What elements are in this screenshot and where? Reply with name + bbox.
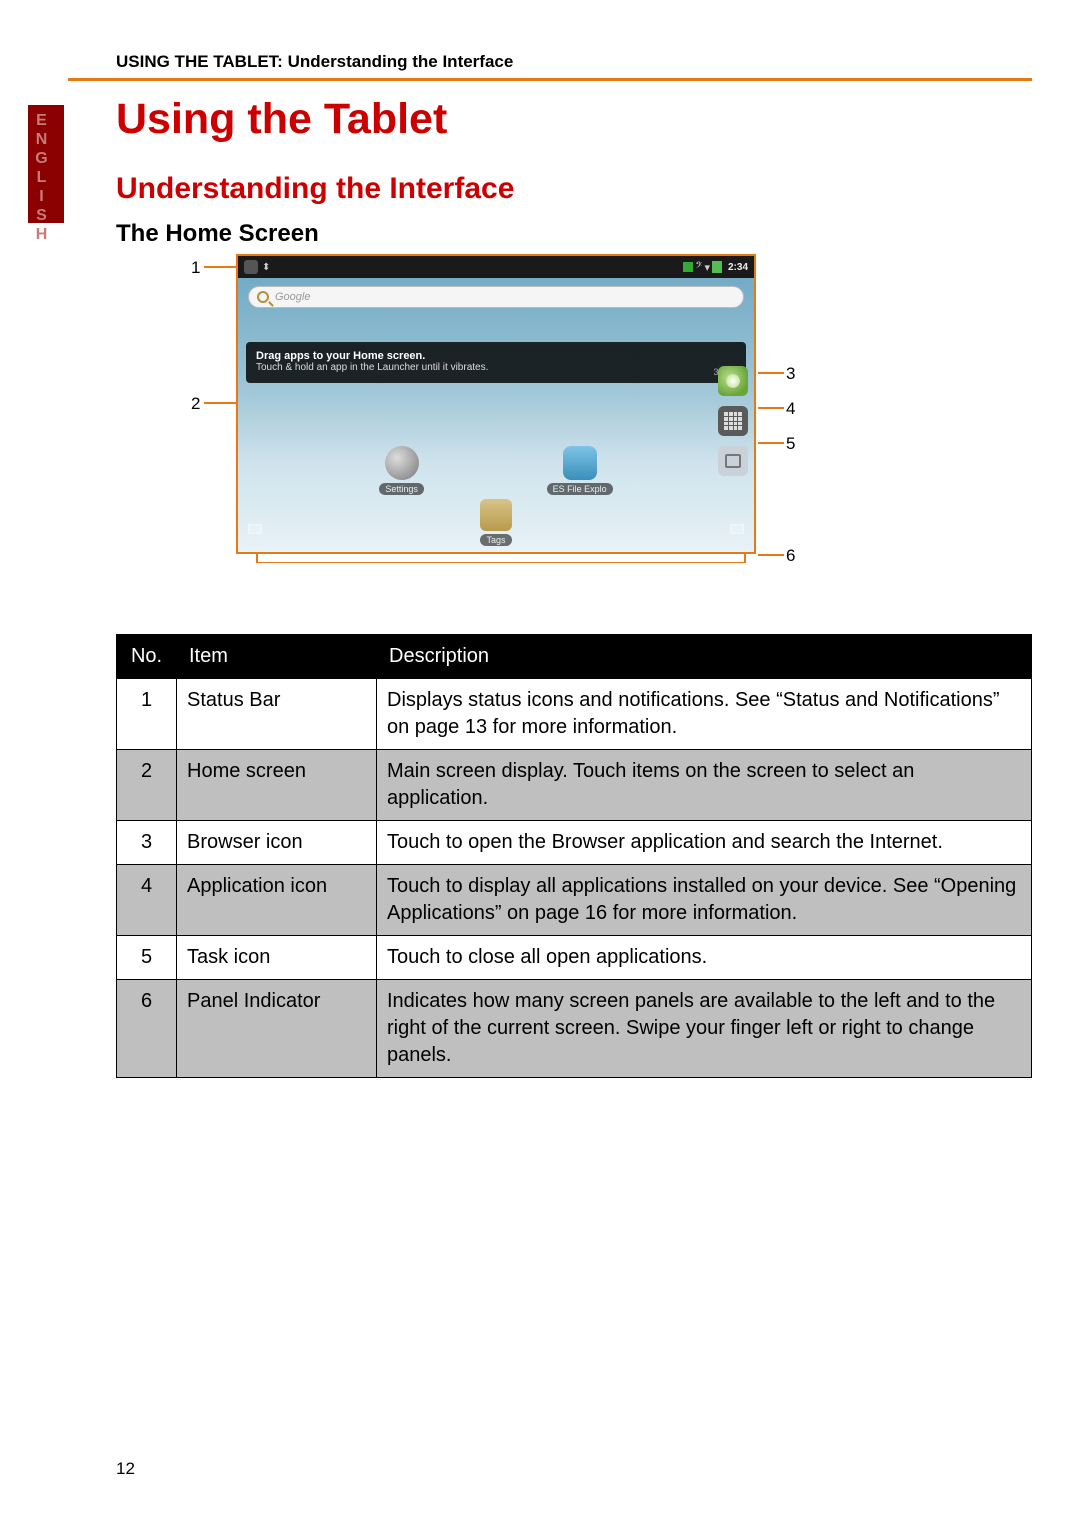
wifi-icon: ▾ [704,261,710,274]
cell-item: Panel Indicator [177,980,377,1078]
desktop-app-settings[interactable]: Settings [379,446,424,495]
language-tab: ENGLISH [32,112,50,245]
notification-icon [244,260,258,274]
section-title: Understanding the Interface [116,172,1032,206]
cell-desc: Touch to open the Browser application an… [377,821,1032,865]
subsection-title: The Home Screen [116,220,1032,248]
col-no: No. [117,635,177,679]
table-row: 3Browser iconTouch to open the Browser a… [117,821,1032,865]
table-row: 2Home screenMain screen display. Touch i… [117,750,1032,821]
cell-no: 5 [117,936,177,980]
col-desc: Description [377,635,1032,679]
usb-icon: ⬍ [262,262,270,273]
bluetooth-icon: 𝄢 [695,261,702,274]
panel-indicator-left[interactable] [248,524,262,534]
cell-item: Application icon [177,865,377,936]
cell-desc: Touch to close all open applications. [377,936,1032,980]
battery-icon [712,261,722,273]
gear-icon [385,446,419,480]
callout-3: 3 [786,364,795,384]
col-item: Item [177,635,377,679]
table-row: 6Panel IndicatorIndicates how many scree… [117,980,1032,1078]
chapter-title: Using the Tablet [116,95,1032,144]
cell-no: 6 [117,980,177,1078]
tags-icon [480,499,512,531]
cell-no: 3 [117,821,177,865]
device-frame: ⬍ 𝄢 ▾ 2:34 Google Drag apps to your Home… [236,254,756,554]
table-row: 5Task iconTouch to close all open applic… [117,936,1032,980]
cell-no: 2 [117,750,177,821]
cell-no: 4 [117,865,177,936]
hint-body: Touch & hold an app in the Launcher unti… [256,362,488,373]
cell-item: Home screen [177,750,377,821]
cell-desc: Displays status icons and notifications.… [377,679,1032,750]
cell-desc: Main screen display. Touch items on the … [377,750,1032,821]
search-placeholder: Google [275,291,310,303]
home-screen-diagram: 1 2 3 4 5 6 ⬍ 𝄢 ▾ [146,254,966,594]
items-table: No. Item Description 1Status BarDisplays… [116,634,1032,1078]
cell-no: 1 [117,679,177,750]
cell-item: Status Bar [177,679,377,750]
status-time: 2:34 [728,262,748,273]
table-row: 1Status BarDisplays status icons and not… [117,679,1032,750]
applications-icon[interactable] [718,406,748,436]
page-header-rule: USING THE TABLET: Understanding the Inte… [68,52,1032,81]
desktop-app-label: ES File Explo [547,483,613,495]
cell-item: Browser icon [177,821,377,865]
search-input[interactable]: Google [248,286,744,308]
desktop-app-label: Settings [379,483,424,495]
folder-icon [563,446,597,480]
dock-app-tags[interactable]: Tags [480,499,512,546]
callout-6: 6 [786,546,795,566]
search-icon [257,291,269,303]
page-number: 12 [116,1459,135,1479]
hint-banner: Drag apps to your Home screen. Touch & h… [246,342,746,383]
callout-2: 2 [191,394,200,414]
cell-desc: Indicates how many screen panels are ava… [377,980,1032,1078]
callout-1: 1 [191,258,200,278]
panel-indicator-right[interactable] [730,524,744,534]
hint-title: Drag apps to your Home screen. [256,350,425,362]
breadcrumb: USING THE TABLET: Understanding the Inte… [68,52,1032,72]
callout-4: 4 [786,399,795,419]
status-bar: ⬍ 𝄢 ▾ 2:34 [238,256,754,278]
cell-desc: Touch to display all applications instal… [377,865,1032,936]
browser-icon[interactable] [718,366,748,396]
signal-icon [683,262,693,272]
cell-item: Task icon [177,936,377,980]
table-row: 4Application iconTouch to display all ap… [117,865,1032,936]
callout-5: 5 [786,434,795,454]
desktop-app-esfile[interactable]: ES File Explo [547,446,613,495]
dock-app-label: Tags [480,534,511,546]
